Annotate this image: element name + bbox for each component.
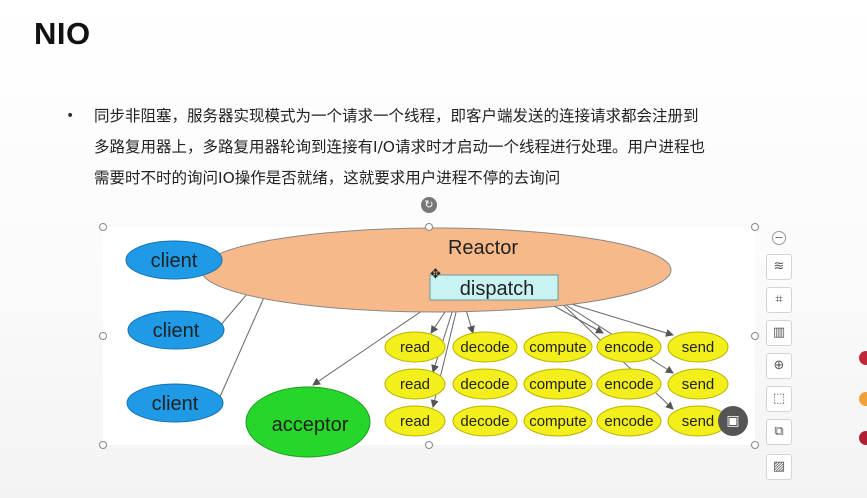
- slide-paragraph: 同步非阻塞，服务器实现模式为一个请求一个线程，即客户端发送的连接请求都会注册到 …: [94, 101, 834, 194]
- resize-handle-mr[interactable]: [751, 332, 759, 340]
- task-label-compute: compute: [529, 376, 587, 393]
- bullet-marker: •: [66, 108, 75, 124]
- resize-handle-br[interactable]: [751, 441, 759, 449]
- task-label-compute: compute: [529, 413, 587, 430]
- task-label-encode: encode: [604, 413, 653, 430]
- move-cursor-icon: ✥: [430, 267, 441, 282]
- client-label-1: client: [151, 250, 198, 272]
- task-label-read: read: [400, 376, 430, 393]
- resize-handle-tl[interactable]: [99, 223, 107, 231]
- layout-icon[interactable]: ▥: [766, 320, 792, 346]
- task-label-read: read: [400, 339, 430, 356]
- task-label-encode: encode: [604, 376, 653, 393]
- layers-icon[interactable]: ≋: [766, 254, 792, 280]
- paragraph-line-2: 多路复用器上，多路复用器轮询到连接有I/O请求时才启动一个线程进行处理。用户进程…: [94, 138, 705, 156]
- minus-icon[interactable]: −: [772, 231, 786, 245]
- task-label-decode: decode: [460, 413, 509, 430]
- task-grid: read decode compute encode send read decode com…: [384, 331, 729, 437]
- acceptor-label: acceptor: [272, 414, 349, 436]
- resize-handle-bm[interactable]: [425, 441, 433, 449]
- crop-icon[interactable]: ⌗: [766, 287, 792, 313]
- replace-image-icon[interactable]: ⧉: [766, 419, 792, 445]
- task-label-compute: compute: [529, 339, 587, 356]
- client-label-3: client: [152, 393, 199, 415]
- resize-handle-bl[interactable]: [99, 441, 107, 449]
- rotate-icon[interactable]: ↻: [421, 197, 437, 213]
- task-label-decode: decode: [460, 339, 509, 356]
- slide-title: NIO: [34, 16, 91, 51]
- reactor-label: Reactor: [448, 237, 518, 259]
- pattern-icon[interactable]: ▨: [766, 454, 792, 480]
- task-label-send: send: [682, 376, 715, 393]
- task-label-decode: decode: [460, 376, 509, 393]
- resize-handle-tm[interactable]: [425, 223, 433, 231]
- diagram-svg: Reactor dispatch client client client ac…: [103, 227, 755, 458]
- task-label-encode: encode: [604, 339, 653, 356]
- orange-heart-shape: [859, 392, 867, 406]
- image-select-icon[interactable]: ⬚: [766, 386, 792, 412]
- red-heart-shape: [859, 351, 867, 365]
- resize-handle-ml[interactable]: [99, 332, 107, 340]
- resize-handle-tr[interactable]: [751, 223, 759, 231]
- client-label-2: client: [153, 320, 200, 342]
- crimson-heart-shape: [859, 431, 867, 445]
- paragraph-line-3: 需要时不时的询问IO操作是否就绪，这就要求用户进程不停的去询问: [94, 169, 561, 187]
- image-action-icon[interactable]: ▣: [718, 406, 748, 436]
- dispatch-label: dispatch: [460, 278, 535, 300]
- zoom-in-icon[interactable]: ⊕: [766, 353, 792, 379]
- reactor-diagram-image[interactable]: Reactor dispatch client client client ac…: [103, 227, 755, 458]
- task-label-read: read: [400, 413, 430, 430]
- paragraph-line-1: 同步非阻塞，服务器实现模式为一个请求一个线程，即客户端发送的连接请求都会注册到: [94, 107, 699, 125]
- task-label-send: send: [682, 413, 715, 430]
- task-label-send: send: [682, 339, 715, 356]
